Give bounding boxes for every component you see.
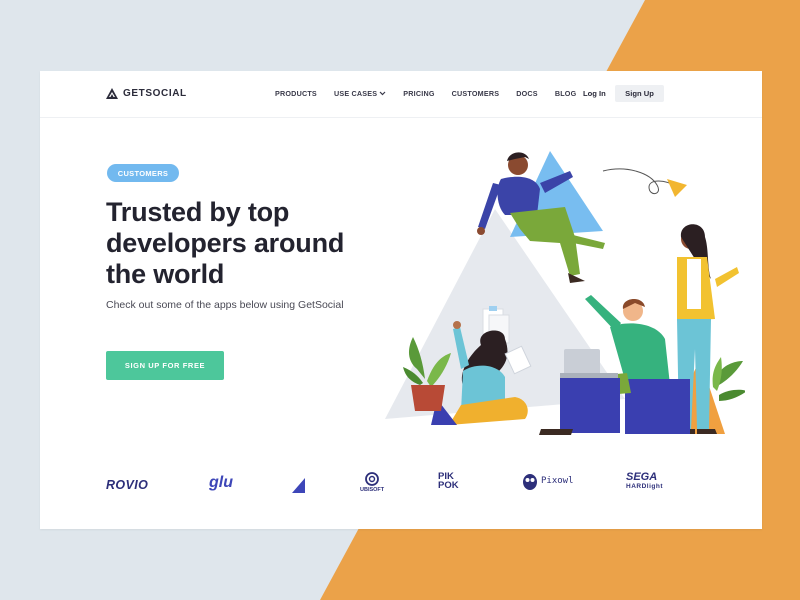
signup-free-button[interactable]: SIGN UP FOR FREE (106, 351, 224, 380)
hero-headline: Trusted by top developers around the wor… (106, 197, 406, 290)
jamcity-logo (292, 478, 305, 493)
ubisoft-swirl-icon (365, 472, 379, 486)
chevron-down-icon (379, 91, 386, 96)
owl-icon (523, 474, 537, 490)
nav-pricing[interactable]: PRICING (403, 89, 434, 98)
ubisoft-logo-text: UBISOFT (360, 487, 385, 493)
illustration-arrow-path (602, 168, 678, 194)
section-badge: CUSTOMERS (107, 164, 179, 182)
getsocial-logo-icon (106, 88, 118, 99)
pixowl-logo: Pixowl (522, 472, 574, 490)
nav-products[interactable]: PRODUCTS (275, 89, 317, 98)
laptop-base (560, 373, 618, 378)
person-center-box (625, 379, 690, 434)
brand-logo[interactable]: GETSOCIAL (106, 88, 187, 99)
plant-right-leaf-3 (719, 389, 745, 401)
pixowl-logo-text: Pixowl (541, 476, 574, 486)
rovio-logo: ROVIO (106, 478, 148, 492)
nav-links: PRODUCTS USE CASES PRICING CUSTOMERS DOC… (275, 89, 593, 98)
person-right-shoe-2 (697, 429, 717, 434)
plant-right-leaf-2 (712, 357, 722, 391)
nav-use-cases-label: USE CASES (333, 89, 378, 98)
ubisoft-logo: UBISOFT (360, 472, 384, 493)
pikpok-logo-line-2: POK (438, 480, 459, 491)
pikpok-logo: PIK POK (438, 472, 459, 491)
signup-button[interactable]: Sign Up (615, 85, 664, 102)
nav-blog[interactable]: BLOG (555, 89, 577, 98)
nav-docs[interactable]: DOCS (516, 89, 538, 98)
brand-name: GETSOCIAL (123, 88, 187, 99)
hero-subtext: Check out some of the apps below using G… (106, 299, 344, 311)
headline-line-1: Trusted by top (106, 197, 290, 227)
person-center-shoe (539, 429, 573, 435)
landing-page: GETSOCIAL PRODUCTS USE CASES PRICING CUS… (40, 71, 762, 529)
glu-logo-text: glu (209, 474, 233, 491)
illustration-note-tape (489, 306, 497, 311)
sega-logo-text: SEGA (626, 471, 658, 483)
person-center-desk (560, 378, 620, 433)
person-top-hand (477, 227, 485, 235)
rovio-logo-text: ROVIO (106, 478, 149, 492)
top-navigation: GETSOCIAL PRODUCTS USE CASES PRICING CUS… (40, 71, 762, 118)
sega-hardlight-logo: SEGA HARDlight (626, 472, 663, 492)
hero-illustration (385, 151, 745, 435)
person-right-shirt (687, 259, 701, 309)
person-center-arm (585, 295, 621, 331)
person-left-hand (453, 321, 461, 329)
nav-customers[interactable]: CUSTOMERS (452, 89, 500, 98)
jamcity-logo-icon (292, 478, 305, 493)
headline-line-3: the world (106, 259, 225, 289)
headline-line-2: developers around (106, 228, 345, 258)
laptop-screen (564, 349, 600, 375)
login-link[interactable]: Log In (583, 89, 606, 98)
nav-use-cases[interactable]: USE CASES (334, 89, 386, 98)
person-top-shirt (497, 176, 540, 215)
customer-logos-row: ROVIO glu UBISOFT PIK POK Pixowl SEGA HA… (40, 466, 762, 506)
plant-left-pot (411, 385, 445, 411)
person-right-arm (715, 267, 739, 287)
illustration-arrow-head (667, 179, 687, 197)
hardlight-logo-text: HARDlight (626, 483, 663, 490)
glu-logo: glu (209, 474, 233, 492)
